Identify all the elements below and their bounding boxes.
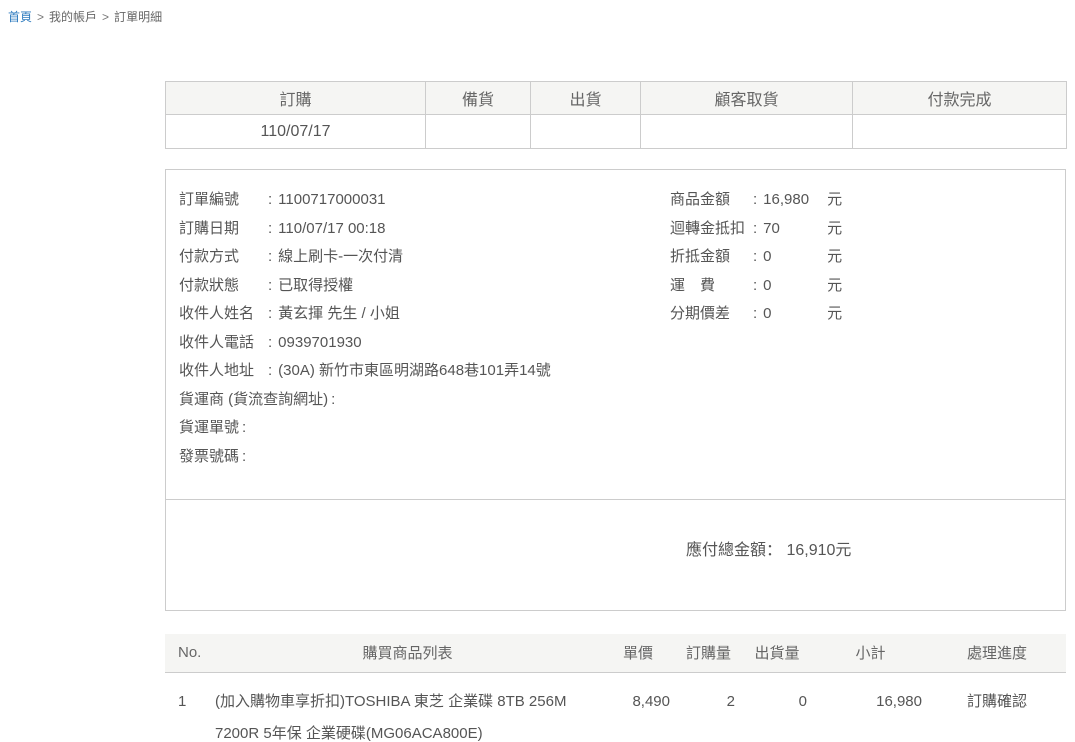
- currency-unit: 元: [827, 220, 842, 237]
- info-row-recipient-phone: 收件人電話:0939701930: [179, 329, 670, 358]
- info-label: 訂購日期: [179, 215, 265, 244]
- items-header-processing-status: 處理進度: [928, 634, 1066, 672]
- item-unit-price: 8,490: [600, 672, 676, 742]
- info-row-recipient-address: 收件人地址:(30A) 新竹市東區明湖路648巷101弄14號: [179, 357, 670, 386]
- info-row-recipient-name: 收件人姓名:黃玄揮 先生 / 小姐: [179, 300, 670, 329]
- order-status-table: 訂購 備貨 出貨 顧客取貨 付款完成 110/07/17: [165, 81, 1067, 149]
- payable-total: 應付總金額： 16,910元: [166, 500, 1065, 560]
- info-label: 付款狀態: [179, 272, 265, 301]
- amount-label: 分期價差: [670, 300, 752, 329]
- payable-total-label: 應付總金額：: [686, 542, 782, 559]
- status-header-row: 訂購 備貨 出貨 顧客取貨 付款完成: [166, 82, 1067, 115]
- order-info-right-column: 商品金額:16,980元 迴轉金抵扣:70元 折抵金額:0元 運 費:0元 分期…: [670, 186, 1052, 471]
- info-label: 訂單編號: [179, 186, 265, 215]
- info-value: (30A) 新竹市東區明湖路648巷101弄14號: [278, 362, 551, 379]
- info-value: 黃玄揮 先生 / 小姐: [278, 305, 400, 322]
- breadcrumb-item-my-account: 我的帳戶: [49, 10, 97, 24]
- info-row-carrier: 貨運商 (貨流查詢網址):: [179, 386, 670, 415]
- items-header-subtotal: 小計: [813, 634, 928, 672]
- info-label: 收件人地址: [179, 357, 265, 386]
- status-value-row: 110/07/17: [166, 115, 1067, 149]
- status-header-ordered: 訂購: [166, 82, 426, 115]
- info-row-payment-status: 付款狀態:已取得授權: [179, 272, 670, 301]
- item-no: 1: [165, 672, 215, 742]
- item-product-name: (加入購物車享折扣)TOSHIBA 東芝 企業碟 8TB 256M 7200R …: [215, 672, 600, 742]
- order-total-section: 應付總金額： 16,910元: [166, 499, 1065, 610]
- info-label: 收件人電話: [179, 329, 265, 358]
- item-row: 1 (加入購物車享折扣)TOSHIBA 東芝 企業碟 8TB 256M 7200…: [165, 672, 1066, 742]
- info-label: 付款方式: [179, 243, 265, 272]
- amount-row-shipping-fee: 運 費:0元: [670, 272, 1052, 301]
- amount-row-rebate-deduction: 迴轉金抵扣:70元: [670, 215, 1052, 244]
- status-date-ordered: 110/07/17: [166, 115, 426, 149]
- amount-value: 0: [763, 243, 827, 272]
- info-value: 1100717000031: [278, 191, 385, 208]
- info-row-tracking-number: 貨運單號:: [179, 414, 670, 443]
- amount-label: 商品金額: [670, 186, 752, 215]
- amount-value: 0: [763, 300, 827, 329]
- currency-unit: 元: [827, 277, 842, 294]
- items-table: No. 購買商品列表 單價 訂購量 出貨量 小計 處理進度 1 (加入購物車享折…: [165, 634, 1066, 742]
- breadcrumb-separator: >: [37, 10, 44, 24]
- status-date-payment-complete: [853, 115, 1067, 149]
- items-header-unit-price: 單價: [600, 634, 676, 672]
- status-header-payment-complete: 付款完成: [853, 82, 1067, 115]
- items-header-row: No. 購買商品列表 單價 訂購量 出貨量 小計 處理進度: [165, 634, 1066, 672]
- status-header-customer-pickup: 顧客取貨: [641, 82, 853, 115]
- currency-unit: 元: [827, 305, 842, 322]
- info-label: 貨運商 (貨流查詢網址): [179, 386, 328, 415]
- order-info-main: 訂單編號:1100717000031 訂購日期:110/07/17 00:18 …: [166, 170, 1065, 499]
- breadcrumb-separator: >: [102, 10, 109, 24]
- amount-value: 70: [763, 215, 827, 244]
- order-info-box: 訂單編號:1100717000031 訂購日期:110/07/17 00:18 …: [165, 169, 1066, 611]
- status-date-preparing: [426, 115, 531, 149]
- info-label: 貨運單號: [179, 414, 239, 443]
- amount-label: 運 費: [670, 272, 752, 301]
- breadcrumb-item-order-detail: 訂單明細: [114, 10, 162, 24]
- info-row-invoice-number: 發票號碼:: [179, 443, 670, 472]
- order-detail-content: 訂購 備貨 出貨 顧客取貨 付款完成 110/07/17 訂單編號:110071…: [165, 81, 1066, 742]
- breadcrumb: 首頁 > 我的帳戶 > 訂單明細: [0, 0, 1075, 25]
- amount-label: 折抵金額: [670, 243, 752, 272]
- status-date-customer-pickup: [641, 115, 853, 149]
- info-value: 0939701930: [278, 334, 361, 351]
- info-row-order-number: 訂單編號:1100717000031: [179, 186, 670, 215]
- info-label: 收件人姓名: [179, 300, 265, 329]
- currency-unit: 元: [827, 248, 842, 265]
- amount-row-merchandise-total: 商品金額:16,980元: [670, 186, 1052, 215]
- item-order-qty: 2: [676, 672, 741, 742]
- item-subtotal: 16,980: [813, 672, 928, 742]
- status-date-shipped: [531, 115, 641, 149]
- status-header-preparing: 備貨: [426, 82, 531, 115]
- info-value: 線上刷卡-一次付清: [278, 248, 403, 265]
- amount-value: 0: [763, 272, 827, 301]
- info-label: 發票號碼: [179, 443, 239, 472]
- items-header-no: No.: [165, 634, 215, 672]
- item-shipped-qty: 0: [741, 672, 813, 742]
- status-header-shipped: 出貨: [531, 82, 641, 115]
- info-row-payment-method: 付款方式:線上刷卡-一次付清: [179, 243, 670, 272]
- amount-row-installment-difference: 分期價差:0元: [670, 300, 1052, 329]
- info-value: 110/07/17 00:18: [278, 220, 385, 237]
- amount-row-discount-amount: 折抵金額:0元: [670, 243, 1052, 272]
- items-header-order-qty: 訂購量: [676, 634, 741, 672]
- info-value: 已取得授權: [278, 277, 353, 294]
- items-header-shipped-qty: 出貨量: [741, 634, 813, 672]
- breadcrumb-link-home[interactable]: 首頁: [8, 10, 32, 24]
- amount-label: 迴轉金抵扣: [670, 215, 752, 244]
- info-row-order-date: 訂購日期:110/07/17 00:18: [179, 215, 670, 244]
- payable-total-value: 16,910元: [786, 542, 851, 559]
- item-processing-status: 訂購確認: [928, 672, 1066, 742]
- items-header-product-list: 購買商品列表: [215, 634, 600, 672]
- amount-value: 16,980: [763, 186, 827, 215]
- order-info-left-column: 訂單編號:1100717000031 訂購日期:110/07/17 00:18 …: [179, 186, 670, 471]
- currency-unit: 元: [827, 191, 842, 208]
